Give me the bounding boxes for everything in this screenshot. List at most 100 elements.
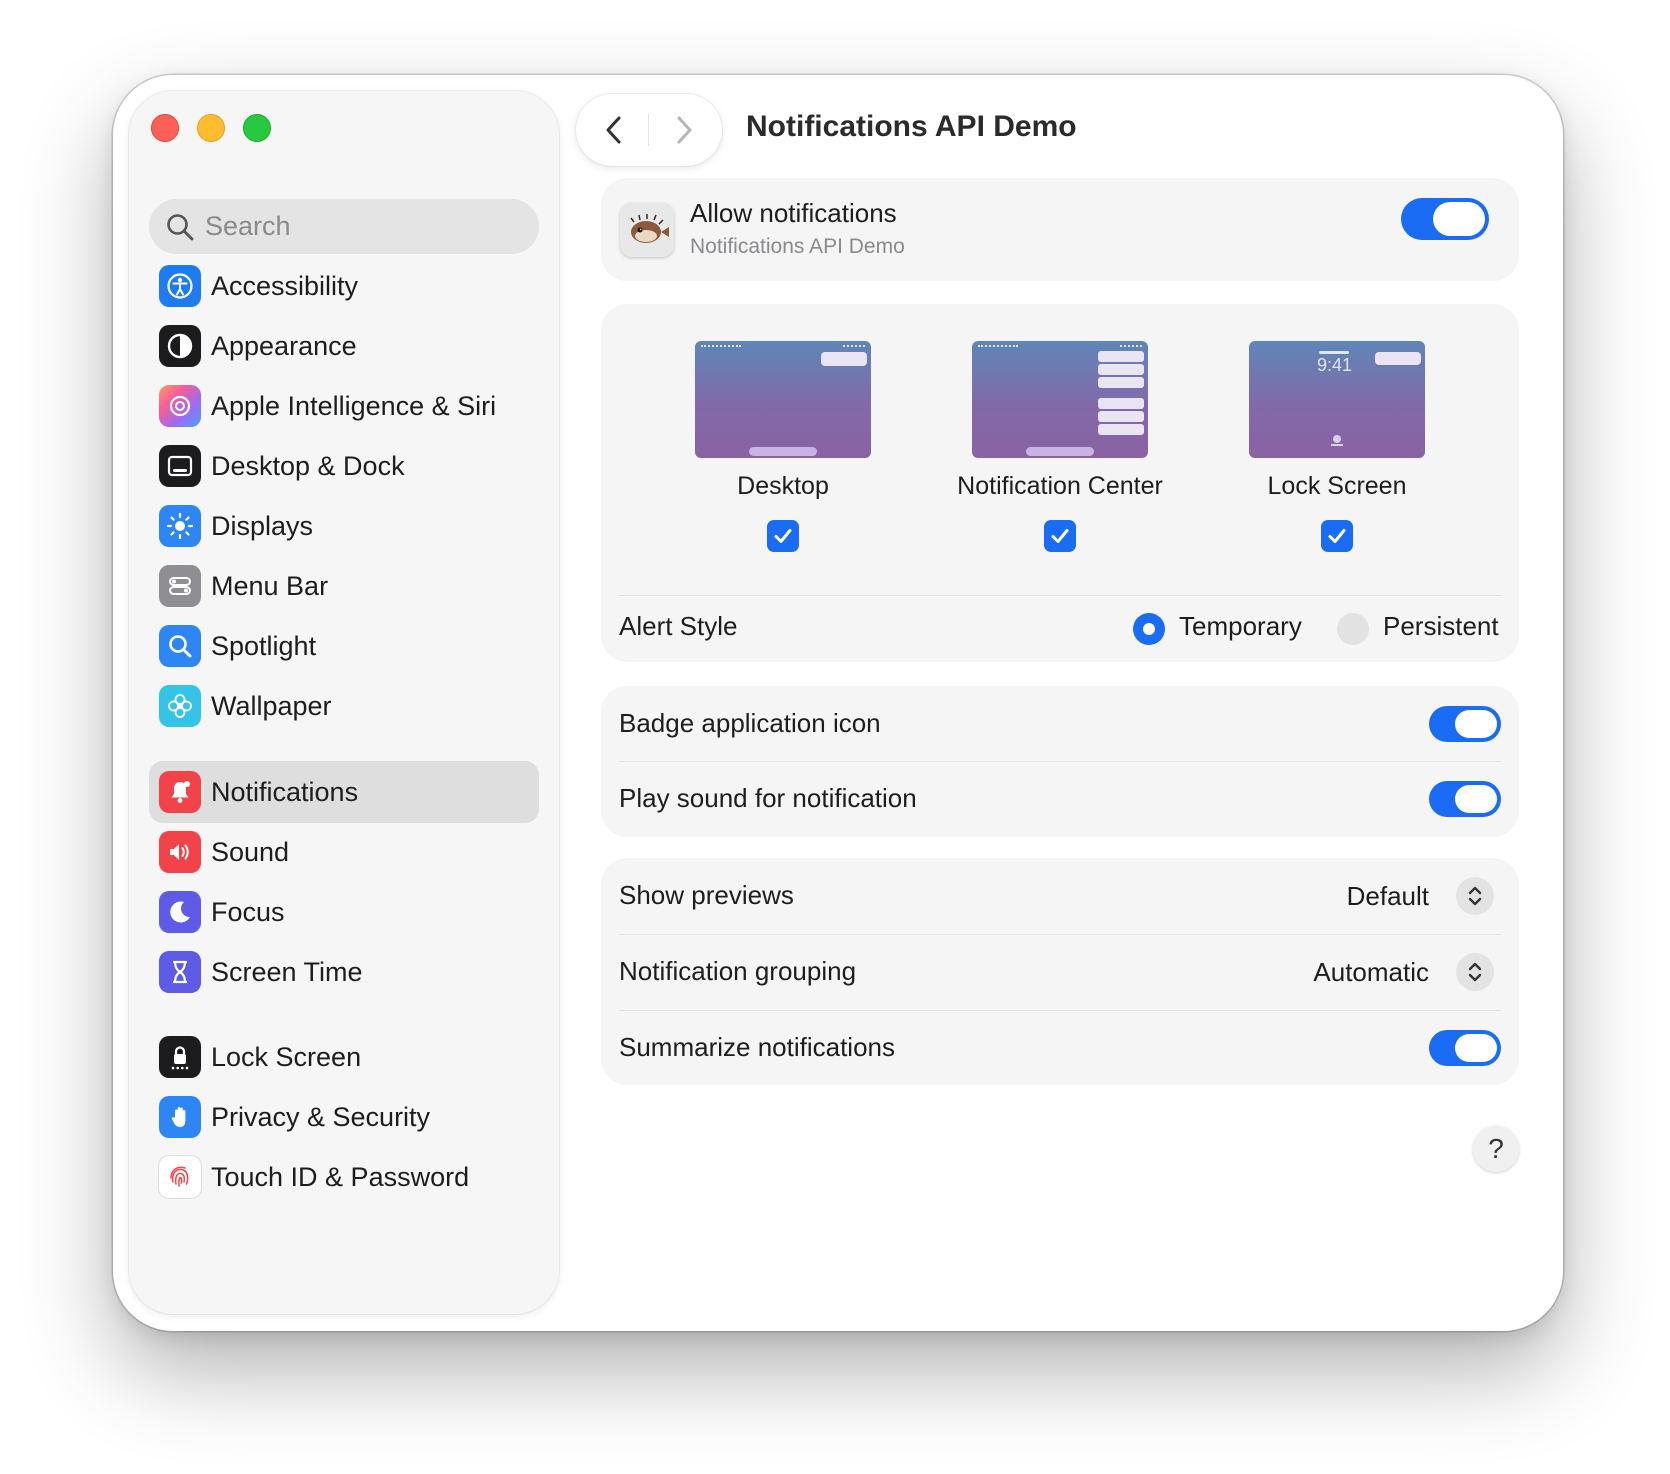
sidebar-item-accessibility[interactable]: Accessibility	[149, 255, 539, 317]
chevron-left-icon	[606, 116, 621, 144]
sidebar-item-label: Screen Time	[211, 956, 363, 987]
lock-screen-preview-image: 9:41	[1249, 341, 1425, 458]
page-title: Notifications API Demo	[746, 110, 1077, 143]
sidebar-item-label: Touch ID & Password	[211, 1161, 470, 1192]
notification-center-preview-image	[972, 341, 1148, 458]
summarize-notifications-label: Summarize notifications	[619, 1032, 895, 1062]
badge-sound-card: Badge application icon Play sound for no…	[601, 686, 1519, 837]
sidebar-item-sound[interactable]: Sound	[149, 821, 539, 883]
sidebar-item-spotlight[interactable]: Spotlight	[149, 615, 539, 677]
sidebar-item-wallpaper[interactable]: Wallpaper	[149, 675, 539, 737]
badge-app-icon-toggle[interactable]	[1429, 706, 1501, 742]
checkmark-icon	[1051, 529, 1069, 543]
chevron-up-down-icon	[1468, 962, 1482, 982]
alert-style-label: Alert Style	[619, 611, 738, 641]
spotlight-icon	[159, 625, 201, 667]
divider	[619, 761, 1501, 762]
play-sound-toggle[interactable]	[1429, 781, 1501, 817]
sidebar-item-label: Wallpaper	[211, 690, 332, 721]
chevron-right-icon	[677, 116, 692, 144]
sidebar-item-privacy-security[interactable]: Privacy & Security	[149, 1086, 539, 1148]
options-card: Show previews Default Notification group…	[601, 858, 1519, 1085]
sidebar-item-touch-id[interactable]: Touch ID & Password	[149, 1146, 539, 1208]
sidebar-item-label: Desktop & Dock	[211, 450, 405, 481]
checkmark-icon	[1328, 529, 1346, 543]
sidebar-item-menu-bar[interactable]: Menu Bar	[149, 555, 539, 617]
allow-notifications-toggle[interactable]	[1401, 198, 1489, 240]
checkmark-icon	[774, 529, 792, 543]
notification-grouping-label: Notification grouping	[619, 956, 857, 986]
sidebar-item-desktop-dock[interactable]: Desktop & Dock	[149, 435, 539, 497]
temporary-label: Temporary	[1179, 611, 1302, 641]
allow-notifications-subtitle: Notifications API Demo	[690, 235, 905, 258]
sidebar-item-label: Notifications	[211, 776, 359, 807]
sidebar-item-label: Sound	[211, 836, 290, 867]
desktop-dock-icon	[159, 445, 201, 487]
sidebar-item-label: Displays	[211, 510, 314, 541]
sidebar-item-label: Focus	[211, 896, 285, 927]
apple-intelligence-icon	[159, 385, 201, 427]
navigation-buttons	[576, 94, 722, 166]
notification-center-label: Notification Center	[957, 472, 1163, 500]
chevron-up-down-icon	[1468, 886, 1482, 906]
allow-notifications-label: Allow notifications	[690, 198, 897, 228]
sidebar-item-label: Accessibility	[211, 270, 359, 301]
displays-icon	[159, 505, 201, 547]
show-previews-value: Default	[1346, 881, 1429, 911]
show-previews-label: Show previews	[619, 880, 794, 910]
persistent-radio[interactable]	[1337, 613, 1369, 645]
notification-center-checkbox[interactable]	[1044, 520, 1076, 552]
allow-notifications-card: Allow notifications Notifications API De…	[601, 178, 1519, 281]
screen-time-icon	[159, 951, 201, 993]
divider	[619, 1010, 1501, 1011]
sidebar-item-label: Spotlight	[211, 630, 317, 661]
zoom-window-button[interactable]	[243, 114, 271, 142]
temporary-radio[interactable]	[1133, 613, 1165, 645]
divider	[619, 595, 1501, 596]
sidebar-item-screen-time[interactable]: Screen Time	[149, 941, 539, 1003]
persistent-label: Persistent	[1383, 611, 1499, 641]
help-button[interactable]: ?	[1473, 1126, 1519, 1172]
lock-screen-label: Lock Screen	[1267, 472, 1407, 500]
sidebar-item-focus[interactable]: Focus	[149, 881, 539, 943]
focus-icon	[159, 891, 201, 933]
sidebar-item-label: Menu Bar	[211, 570, 329, 601]
lock-screen-clock: 9:41	[1317, 355, 1353, 375]
sidebar-item-label: Apple Intelligence & Siri	[211, 390, 497, 421]
sidebar-item-appearance[interactable]: Appearance	[149, 315, 539, 377]
nav-separator	[648, 114, 649, 146]
sidebar-item-apple-intelligence[interactable]: Apple Intelligence & Siri	[149, 375, 539, 437]
notification-locations-card: Desktop Notification Center 9:41 Lock Sc…	[601, 304, 1519, 662]
show-previews-select[interactable]	[1456, 877, 1494, 915]
menu-bar-icon	[159, 565, 201, 607]
notifications-icon	[159, 771, 201, 813]
search-icon	[167, 214, 194, 241]
back-button[interactable]	[592, 108, 636, 152]
desktop-checkbox[interactable]	[767, 520, 799, 552]
accessibility-icon	[159, 265, 201, 307]
pufferfish-app-icon	[620, 203, 674, 257]
wallpaper-icon	[159, 685, 201, 727]
sidebar-item-label: Privacy & Security	[211, 1101, 431, 1132]
forward-button[interactable]	[662, 108, 706, 152]
search-field[interactable]: Search	[149, 199, 539, 254]
notification-grouping-value: Automatic	[1313, 957, 1429, 987]
sidebar-item-displays[interactable]: Displays	[149, 495, 539, 557]
sidebar-item-label: Appearance	[211, 330, 357, 361]
sidebar-item-label: Lock Screen	[211, 1041, 362, 1072]
badge-app-icon-label: Badge application icon	[619, 708, 881, 738]
minimize-window-button[interactable]	[197, 114, 225, 142]
notification-grouping-select[interactable]	[1456, 953, 1494, 991]
divider	[619, 934, 1501, 935]
lock-screen-checkbox[interactable]	[1321, 520, 1353, 552]
play-sound-label: Play sound for notification	[619, 783, 917, 813]
desktop-label: Desktop	[737, 472, 829, 500]
sidebar-item-notifications[interactable]: Notifications	[149, 761, 539, 823]
appearance-icon	[159, 325, 201, 367]
close-window-button[interactable]	[151, 114, 179, 142]
desktop-preview-image	[695, 341, 871, 458]
touch-id-icon	[159, 1156, 201, 1198]
sound-icon	[159, 831, 201, 873]
sidebar-item-lock-screen[interactable]: Lock Screen	[149, 1026, 539, 1088]
summarize-notifications-toggle[interactable]	[1429, 1030, 1501, 1066]
